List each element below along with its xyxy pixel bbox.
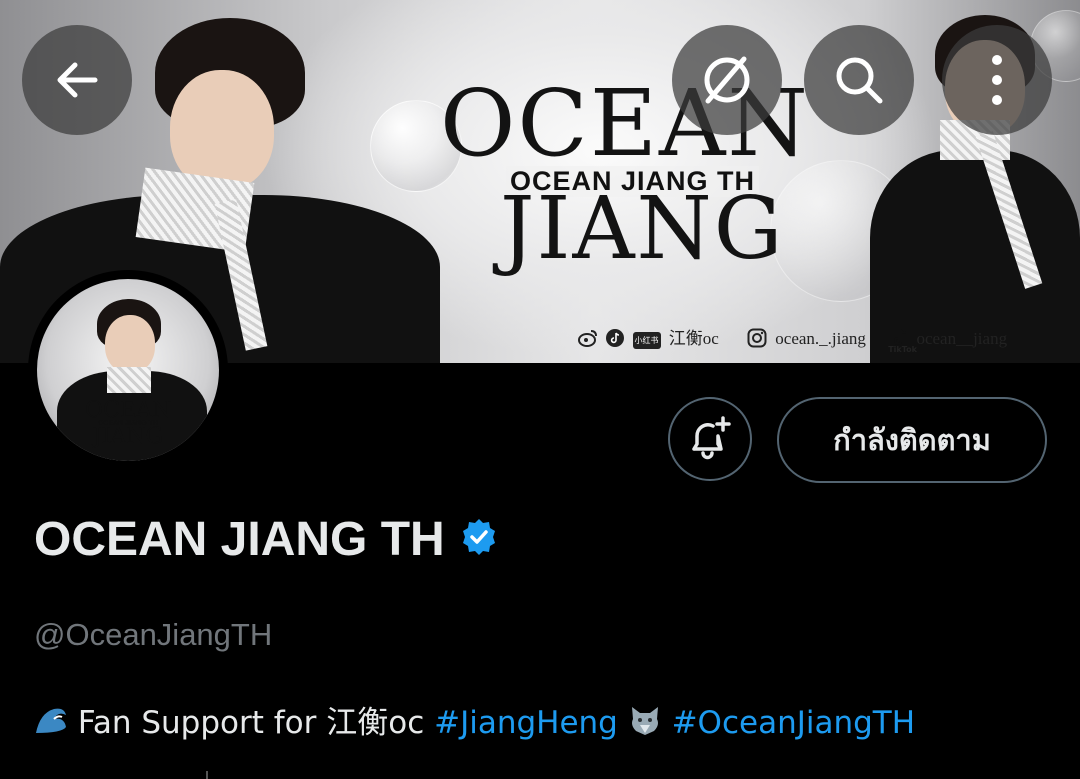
tiktok-icon [606, 328, 625, 352]
bio-text: Fan Support for 江衡oc [77, 705, 425, 741]
avatar-logo: OCEAN OCEAN JIANG TH JIANG [85, 398, 172, 450]
profile-avatar[interactable]: OCEAN OCEAN JIANG TH JIANG [28, 270, 228, 470]
search-button[interactable] [804, 25, 914, 135]
next-line-marker [206, 771, 208, 779]
tiktok-handle: ocean__jiang [916, 329, 1008, 348]
slash-circle-icon [704, 56, 750, 104]
hashtag-jiangheng[interactable]: #JiangHeng [434, 705, 618, 741]
banner-social-handles: 小红书 江衡oc ocean._.jiang TikTok ocean__jia… [578, 324, 1011, 354]
banner-logo-jiang: JIANG [500, 179, 785, 279]
profile-bio: Fan Support for 江衡oc #JiangHeng #OceanJi… [34, 697, 915, 745]
weibo-icon [578, 329, 598, 352]
arrow-left-icon [57, 62, 98, 98]
display-name: OCEAN JIANG TH [34, 513, 445, 566]
bell-plus-icon [692, 416, 731, 460]
wave-emoji-icon [34, 703, 68, 745]
avatar-logo-ocean: OCEAN [85, 398, 172, 423]
tiktok-label: TikTok [888, 344, 917, 354]
tiktok-logo-icon: TikTok [888, 329, 917, 354]
wolf-emoji-icon [628, 703, 662, 745]
hashtag-oceanjiangth[interactable]: #OceanJiangTH [672, 705, 915, 741]
avatar-logo-jiang: JIANG [92, 424, 164, 450]
grok-button[interactable] [672, 25, 782, 135]
more-vertical-icon [992, 55, 1002, 105]
more-button[interactable] [942, 25, 1052, 135]
chinese-handle: 江衡oc [668, 329, 719, 348]
instagram-handle: ocean._.jiang [775, 329, 866, 348]
search-icon [836, 57, 883, 104]
verified-badge-icon[interactable] [459, 517, 499, 562]
avatar-image: OCEAN OCEAN JIANG TH JIANG [37, 279, 219, 461]
notifications-button[interactable] [668, 397, 752, 481]
back-button[interactable] [22, 25, 132, 135]
user-handle: @OceanJiangTH [34, 617, 273, 652]
profile-name-row: OCEAN JIANG TH [34, 512, 499, 567]
following-button[interactable]: กำลังติดตาม [777, 397, 1047, 483]
xiaohongshu-icon: 小红书 [632, 331, 661, 349]
instagram-icon [747, 328, 767, 353]
